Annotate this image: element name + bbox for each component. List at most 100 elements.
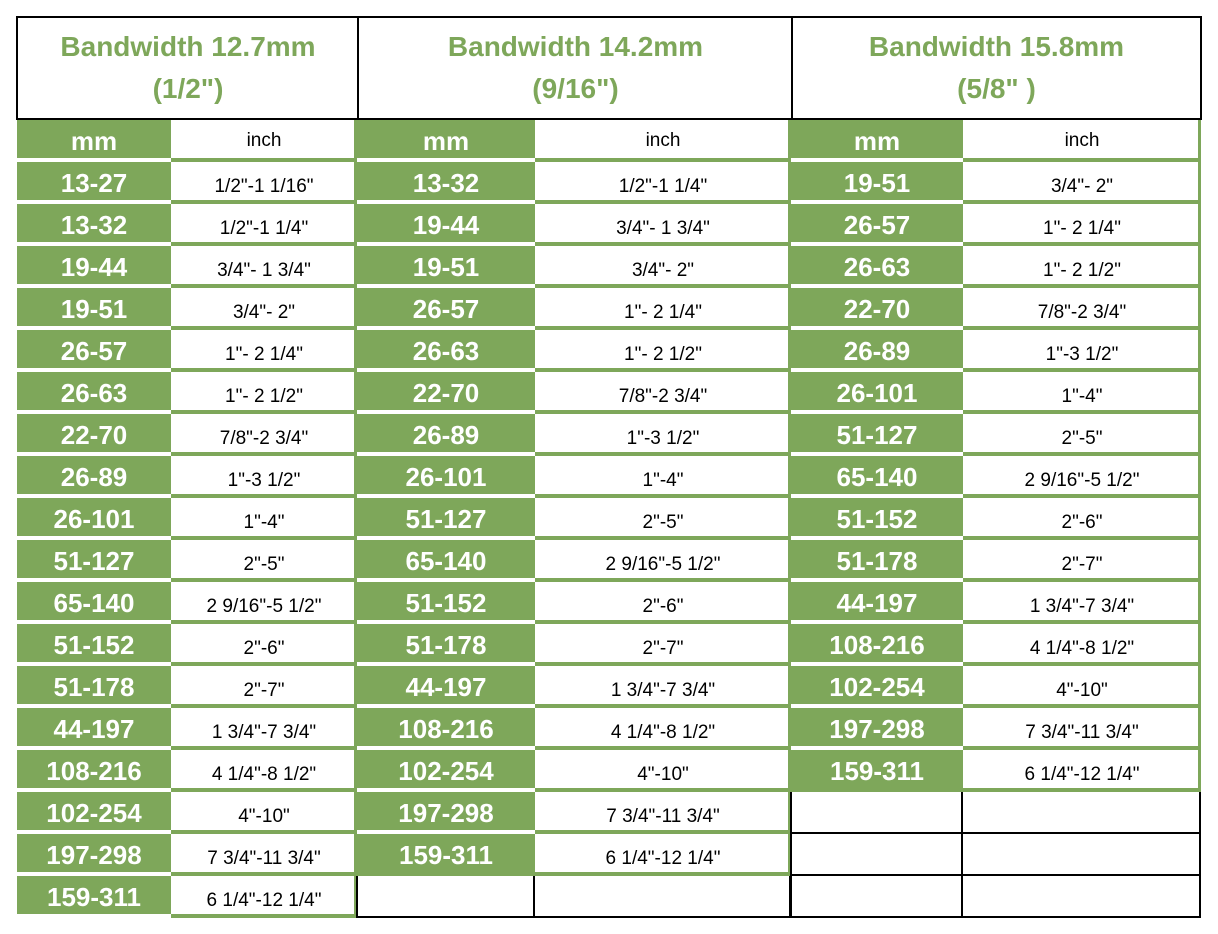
inch-range-cell[interactable]: 1/2"-1 1/4" (535, 162, 791, 204)
inch-range-cell[interactable]: 1"-4" (963, 372, 1201, 414)
inch-range-cell[interactable]: 7 3/4"-11 3/4" (535, 792, 791, 834)
mm-range-cell[interactable]: 26-57 (791, 204, 963, 246)
inch-range-cell[interactable]: 1"-3 1/2" (171, 456, 357, 498)
empty-cell[interactable] (790, 876, 963, 918)
inch-range-cell[interactable]: 2"-7" (535, 624, 791, 666)
mm-range-cell[interactable]: 108-216 (791, 624, 963, 666)
inch-range-cell[interactable]: 1 3/4"-7 3/4" (171, 708, 357, 750)
inch-range-cell[interactable]: 1"-3 1/2" (963, 330, 1201, 372)
mm-range-cell[interactable]: 51-127 (791, 414, 963, 456)
mm-range-cell[interactable]: 26-101 (357, 456, 535, 498)
mm-range-cell[interactable]: 26-63 (357, 330, 535, 372)
inch-range-cell[interactable]: 4 1/4"-8 1/2" (963, 624, 1201, 666)
mm-range-cell[interactable]: 51-178 (791, 540, 963, 582)
mm-range-cell[interactable]: 51-127 (17, 540, 171, 582)
empty-cell[interactable] (790, 792, 963, 834)
mm-range-cell[interactable]: 26-57 (17, 330, 171, 372)
inch-range-cell[interactable]: 1"- 2 1/4" (535, 288, 791, 330)
mm-range-cell[interactable]: 51-127 (357, 498, 535, 540)
mm-range-cell[interactable]: 51-178 (357, 624, 535, 666)
empty-cell[interactable] (963, 834, 1201, 876)
inch-range-cell[interactable]: 1 3/4"-7 3/4" (535, 666, 791, 708)
mm-range-cell[interactable]: 51-152 (357, 582, 535, 624)
mm-range-cell[interactable]: 102-254 (17, 792, 171, 834)
mm-range-cell[interactable]: 65-140 (357, 540, 535, 582)
mm-range-cell[interactable]: 22-70 (17, 414, 171, 456)
mm-range-cell[interactable]: 44-197 (17, 708, 171, 750)
mm-range-cell[interactable]: 26-89 (791, 330, 963, 372)
inch-range-cell[interactable]: 3/4"- 2" (171, 288, 357, 330)
inch-range-cell[interactable]: 2 9/16"-5 1/2" (963, 456, 1201, 498)
inch-range-cell[interactable]: 3/4"- 1 3/4" (171, 246, 357, 288)
empty-cell[interactable] (356, 876, 535, 918)
inch-range-cell[interactable]: 2"-7" (963, 540, 1201, 582)
inch-range-cell[interactable]: 3/4"- 2" (535, 246, 791, 288)
empty-cell[interactable] (963, 792, 1201, 834)
mm-range-cell[interactable]: 22-70 (357, 372, 535, 414)
mm-range-cell[interactable]: 51-178 (17, 666, 171, 708)
empty-cell[interactable] (790, 834, 963, 876)
mm-range-cell[interactable]: 197-298 (17, 834, 171, 876)
inch-range-cell[interactable]: 1"- 2 1/4" (171, 330, 357, 372)
inch-range-cell[interactable]: 1 3/4"-7 3/4" (963, 582, 1201, 624)
mm-range-cell[interactable]: 108-216 (357, 708, 535, 750)
mm-range-cell[interactable]: 19-51 (357, 246, 535, 288)
inch-range-cell[interactable]: 7/8"-2 3/4" (171, 414, 357, 456)
mm-range-cell[interactable]: 26-89 (17, 456, 171, 498)
inch-range-cell[interactable]: 1"-4" (535, 456, 791, 498)
mm-range-cell[interactable]: 19-51 (791, 162, 963, 204)
inch-range-cell[interactable]: 4 1/4"-8 1/2" (535, 708, 791, 750)
inch-range-cell[interactable]: 6 1/4"-12 1/4" (535, 834, 791, 876)
inch-range-cell[interactable]: 7/8"-2 3/4" (963, 288, 1201, 330)
mm-range-cell[interactable]: 26-57 (357, 288, 535, 330)
inch-range-cell[interactable]: 2"-6" (963, 498, 1201, 540)
mm-range-cell[interactable]: 13-32 (357, 162, 535, 204)
mm-range-cell[interactable]: 19-51 (17, 288, 171, 330)
mm-range-cell[interactable]: 102-254 (791, 666, 963, 708)
inch-range-cell[interactable]: 2"-6" (171, 624, 357, 666)
inch-range-cell[interactable]: 1"- 2 1/2" (171, 372, 357, 414)
inch-range-cell[interactable]: 6 1/4"-12 1/4" (171, 876, 357, 918)
inch-range-cell[interactable]: 7 3/4"-11 3/4" (171, 834, 357, 876)
inch-range-cell[interactable]: 1"- 2 1/2" (963, 246, 1201, 288)
mm-range-cell[interactable]: 159-311 (791, 750, 963, 792)
mm-range-cell[interactable]: 159-311 (357, 834, 535, 876)
inch-range-cell[interactable]: 3/4"- 2" (963, 162, 1201, 204)
mm-range-cell[interactable]: 19-44 (357, 204, 535, 246)
mm-range-cell[interactable]: 108-216 (17, 750, 171, 792)
mm-range-cell[interactable]: 26-89 (357, 414, 535, 456)
mm-range-cell[interactable]: 13-32 (17, 204, 171, 246)
inch-range-cell[interactable]: 3/4"- 1 3/4" (535, 204, 791, 246)
inch-range-cell[interactable]: 2 9/16"-5 1/2" (171, 582, 357, 624)
inch-range-cell[interactable]: 4"-10" (171, 792, 357, 834)
mm-range-cell[interactable]: 22-70 (791, 288, 963, 330)
mm-range-cell[interactable]: 197-298 (791, 708, 963, 750)
mm-range-cell[interactable]: 51-152 (17, 624, 171, 666)
inch-range-cell[interactable]: 1"-3 1/2" (535, 414, 791, 456)
mm-range-cell[interactable]: 51-152 (791, 498, 963, 540)
inch-range-cell[interactable]: 4"-10" (535, 750, 791, 792)
mm-range-cell[interactable]: 26-63 (791, 246, 963, 288)
inch-range-cell[interactable]: 2"-6" (535, 582, 791, 624)
mm-range-cell[interactable]: 44-197 (357, 666, 535, 708)
inch-range-cell[interactable]: 4 1/4"-8 1/2" (171, 750, 357, 792)
inch-range-cell[interactable]: 2"-5" (963, 414, 1201, 456)
mm-range-cell[interactable]: 197-298 (357, 792, 535, 834)
mm-range-cell[interactable]: 13-27 (17, 162, 171, 204)
empty-cell[interactable] (535, 876, 791, 918)
inch-range-cell[interactable]: 1"-4" (171, 498, 357, 540)
inch-range-cell[interactable]: 4"-10" (963, 666, 1201, 708)
mm-range-cell[interactable]: 19-44 (17, 246, 171, 288)
mm-range-cell[interactable]: 26-101 (17, 498, 171, 540)
mm-range-cell[interactable]: 65-140 (17, 582, 171, 624)
mm-range-cell[interactable]: 102-254 (357, 750, 535, 792)
inch-range-cell[interactable]: 6 1/4"-12 1/4" (963, 750, 1201, 792)
inch-range-cell[interactable]: 1/2"-1 1/4" (171, 204, 357, 246)
mm-range-cell[interactable]: 44-197 (791, 582, 963, 624)
inch-range-cell[interactable]: 2"-7" (171, 666, 357, 708)
inch-range-cell[interactable]: 2"-5" (171, 540, 357, 582)
mm-range-cell[interactable]: 159-311 (17, 876, 171, 918)
empty-cell[interactable] (963, 876, 1201, 918)
inch-range-cell[interactable]: 7/8"-2 3/4" (535, 372, 791, 414)
inch-range-cell[interactable]: 2"-5" (535, 498, 791, 540)
